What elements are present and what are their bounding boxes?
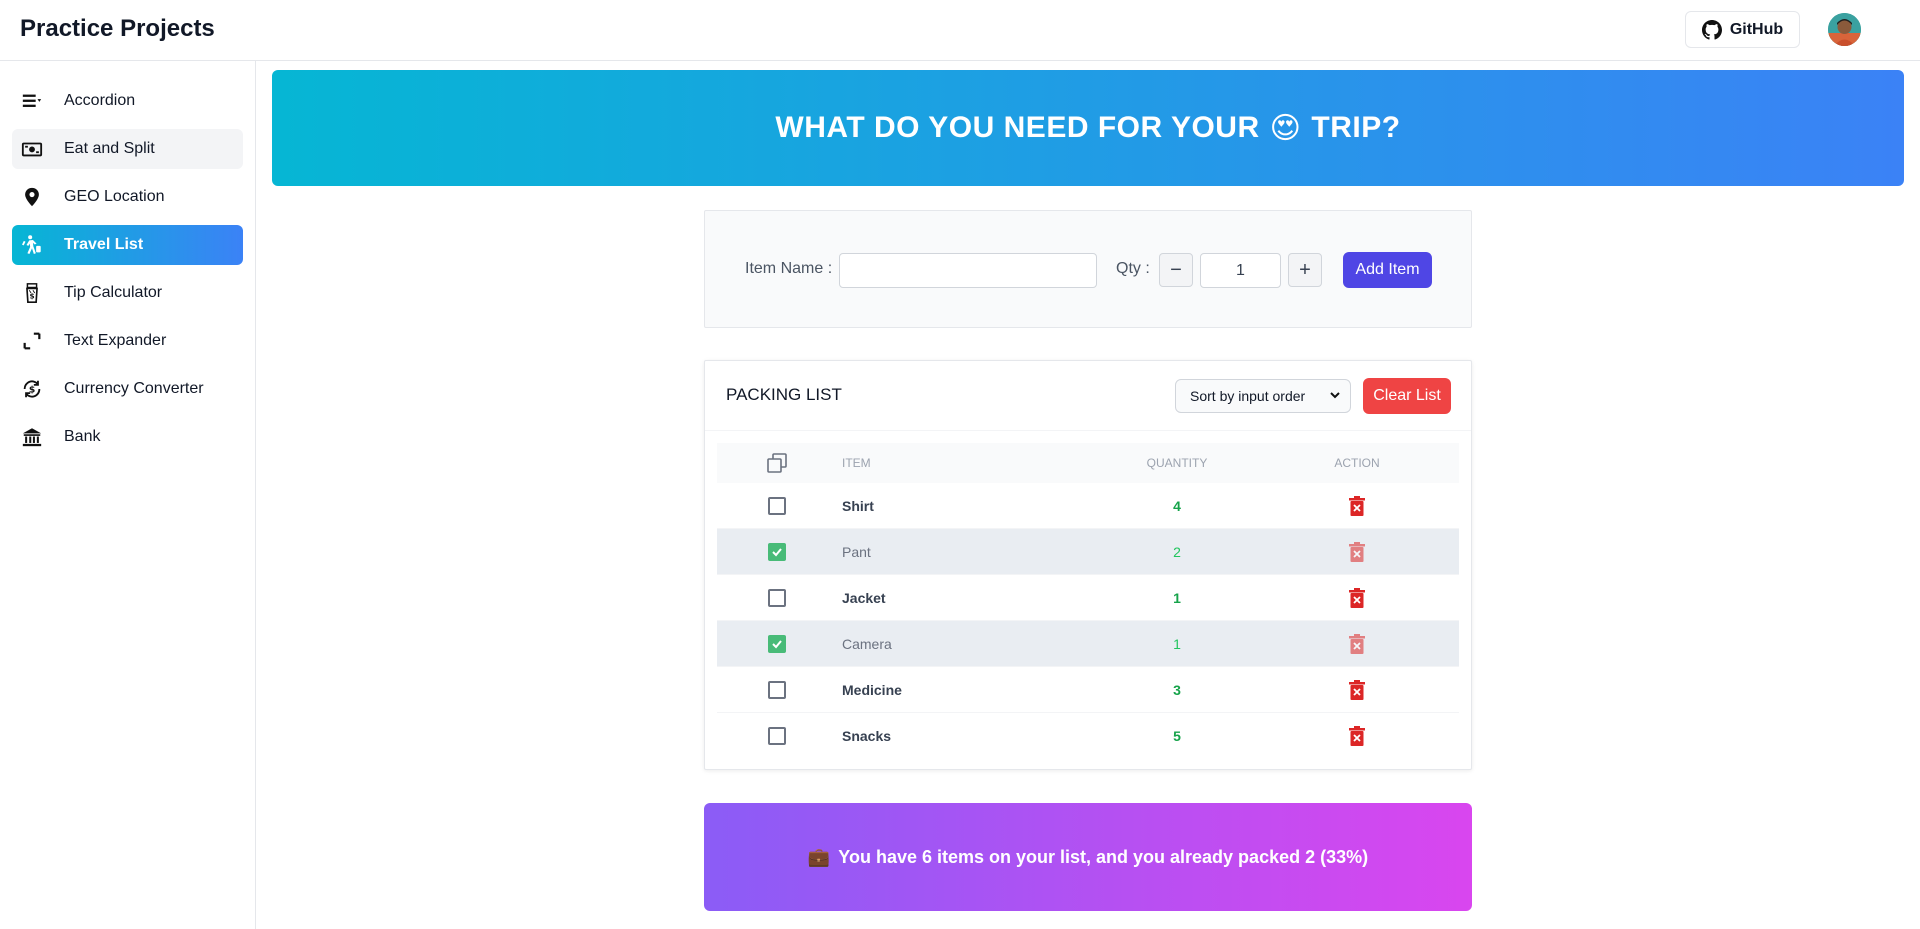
- banner-text-after: TRIP?: [1311, 111, 1401, 144]
- select-all-icon[interactable]: [766, 452, 788, 474]
- delete-icon[interactable]: [1348, 633, 1366, 654]
- checkmark-icon: [772, 547, 782, 556]
- delete-icon[interactable]: [1348, 541, 1366, 562]
- github-icon: [1701, 19, 1722, 40]
- packing-list-card: PACKING LIST Sort by input order Clear L…: [704, 360, 1472, 770]
- heart-eyes-emoji-icon: 😍: [1269, 111, 1302, 145]
- item-name: Jacket: [842, 589, 886, 606]
- sort-select[interactable]: Sort by input order: [1175, 379, 1351, 413]
- item-name: Medicine: [842, 681, 902, 698]
- sidebar-item-text-expander[interactable]: Text Expander: [12, 321, 243, 361]
- table-row: Pant 2: [717, 529, 1459, 575]
- table-row: Snacks 5: [717, 713, 1459, 759]
- column-header-action: ACTION: [1334, 456, 1380, 470]
- packed-checkbox[interactable]: [768, 588, 786, 607]
- accordion-icon: [20, 89, 44, 113]
- add-item-button[interactable]: Add Item: [1343, 252, 1432, 288]
- column-header-quantity: QUANTITY: [1146, 456, 1208, 470]
- bank-icon: [20, 425, 44, 449]
- sidebar-item-label: Accordion: [64, 92, 136, 109]
- page-banner: WHAT DO YOU NEED FOR YOUR 😍 TRIP?: [272, 70, 1904, 186]
- avatar-image: [1828, 13, 1861, 46]
- item-quantity: 3: [1173, 681, 1181, 698]
- sidebar-item-label: Eat and Split: [64, 140, 155, 157]
- avatar[interactable]: [1828, 13, 1861, 46]
- delete-icon[interactable]: [1348, 726, 1366, 746]
- table-row: Camera 1: [717, 621, 1459, 667]
- qty-label: Qty :: [1116, 260, 1150, 277]
- packed-checkbox[interactable]: [768, 634, 786, 653]
- packing-list-title: PACKING LIST: [726, 385, 842, 404]
- add-item-form: Item Name : Qty : − + Add Item: [704, 210, 1472, 328]
- packed-checkbox[interactable]: [768, 727, 786, 745]
- clear-list-button[interactable]: Clear List: [1363, 378, 1451, 414]
- sidebar-item-label: Travel List: [64, 236, 144, 253]
- qty-increment-button[interactable]: +: [1288, 253, 1322, 287]
- sidebar-item-label: Currency Converter: [64, 380, 204, 397]
- item-quantity: 1: [1173, 635, 1181, 652]
- item-name: Shirt: [842, 497, 874, 514]
- sidebar-item-label: Bank: [64, 428, 101, 445]
- qty-decrement-button[interactable]: −: [1159, 253, 1193, 287]
- money-icon: [20, 137, 44, 161]
- packed-checkbox[interactable]: [768, 496, 786, 515]
- item-name: Snacks: [842, 728, 892, 744]
- tip-jar-icon: $: [20, 281, 44, 305]
- sidebar-item-accordion[interactable]: Accordion: [12, 81, 243, 121]
- qty-input[interactable]: [1200, 253, 1281, 288]
- packed-checkbox[interactable]: [768, 542, 786, 561]
- item-quantity: 2: [1173, 543, 1181, 560]
- app-title: Practice Projects: [20, 15, 215, 42]
- briefcase-icon: 💼: [807, 846, 831, 867]
- svg-text:$: $: [29, 292, 34, 301]
- column-header-item: ITEM: [842, 456, 871, 470]
- item-quantity: 4: [1173, 497, 1181, 514]
- sidebar-item-bank[interactable]: Bank: [12, 417, 243, 457]
- sidebar-item-label: Tip Calculator: [64, 284, 163, 301]
- location-pin-icon: [20, 185, 44, 209]
- sidebar-item-eat-and-split[interactable]: Eat and Split: [12, 129, 243, 169]
- sidebar-item-travel-list[interactable]: Travel List: [12, 225, 243, 265]
- table-row: Jacket 1: [717, 575, 1459, 621]
- currency-exchange-icon: $: [20, 377, 44, 401]
- packing-table: ITEM QUANTITY ACTION Shirt 4 Pant 2 Jack…: [717, 443, 1459, 759]
- checkmark-icon: [772, 639, 782, 648]
- packing-stats: 💼 You have 6 items on your list, and you…: [704, 803, 1472, 911]
- expand-icon: [20, 329, 44, 353]
- github-label: GitHub: [1729, 20, 1784, 38]
- top-bar: Practice Projects GitHub: [0, 0, 1920, 61]
- packed-checkbox[interactable]: [768, 680, 786, 699]
- banner-text-before: WHAT DO YOU NEED FOR YOUR: [775, 111, 1260, 144]
- item-name-label: Item Name :: [745, 260, 833, 277]
- walking-luggage-icon: [20, 233, 44, 257]
- item-quantity: 1: [1173, 589, 1181, 606]
- sidebar-item-label: Text Expander: [64, 332, 167, 349]
- item-name: Pant: [842, 543, 871, 560]
- table-row: Medicine 3: [717, 667, 1459, 713]
- delete-icon[interactable]: [1348, 679, 1366, 700]
- sidebar-item-currency-converter[interactable]: $ Currency Converter: [12, 369, 243, 409]
- item-name: Camera: [842, 635, 892, 652]
- table-row: Shirt 4: [717, 483, 1459, 529]
- sidebar-item-tip-calculator[interactable]: $ Tip Calculator: [12, 273, 243, 313]
- sort-select-value: Sort by input order: [1190, 388, 1306, 404]
- item-quantity: 5: [1173, 728, 1181, 744]
- sidebar-item-label: GEO Location: [64, 188, 165, 205]
- chevron-down-icon: [1330, 392, 1340, 399]
- sidebar: Accordion Eat and Split GEO Location Tra…: [0, 61, 256, 929]
- sidebar-item-geo-location[interactable]: GEO Location: [12, 177, 243, 217]
- delete-icon[interactable]: [1348, 587, 1366, 608]
- svg-text:$: $: [29, 385, 35, 396]
- table-header: ITEM QUANTITY ACTION: [717, 443, 1459, 483]
- github-button[interactable]: GitHub: [1685, 11, 1800, 48]
- stats-text: You have 6 items on your list, and you a…: [838, 846, 1369, 867]
- delete-icon[interactable]: [1348, 495, 1366, 516]
- packing-list-header: PACKING LIST Sort by input order Clear L…: [705, 361, 1471, 431]
- item-name-input[interactable]: [839, 253, 1097, 288]
